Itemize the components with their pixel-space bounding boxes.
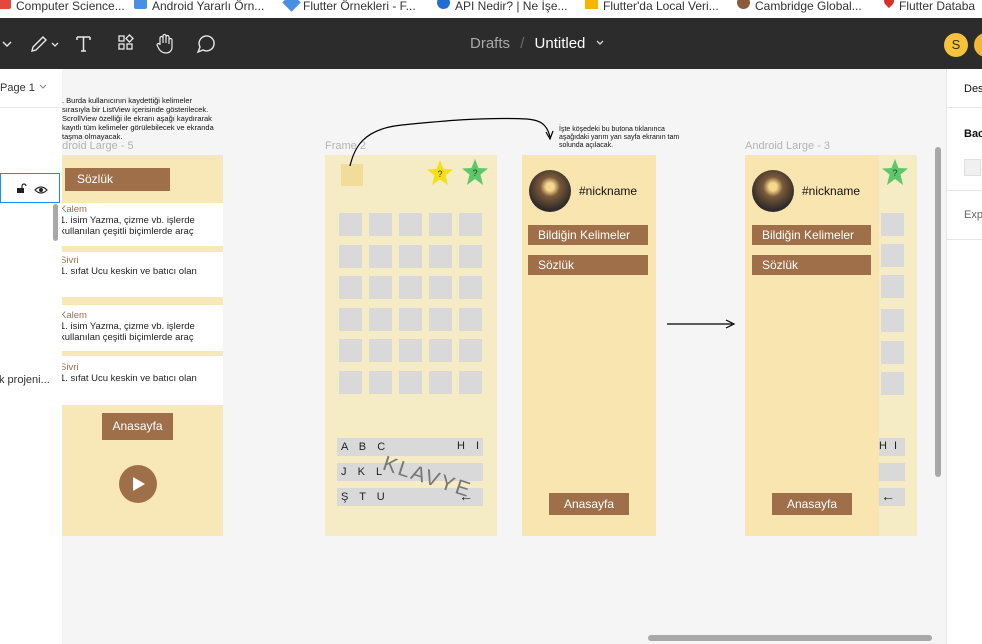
breadcrumb: Drafts / Untitled [470,35,606,53]
eye-icon[interactable] [34,182,48,200]
file-name[interactable]: Untitled [535,35,586,52]
background-section-label: Bac [964,128,982,140]
bookmark-icon [0,0,11,9]
chevron-down-icon[interactable] [594,36,606,53]
chevron-down-icon [38,82,48,94]
avatar[interactable] [974,33,982,57]
selected-layer-row[interactable] [0,173,60,203]
star-icon[interactable]: ? [881,158,909,191]
grid-cell [881,213,904,236]
bookmarks-bar: Computer Science... Android Yararlı Örn.… [0,0,982,18]
bookmark-item[interactable]: Android Yararlı Örn... [134,0,264,18]
frame-android-large-3[interactable]: ? H I ← #nickname Bildiğin Kelimeler Söz… [745,155,917,536]
grid-cell [881,372,904,395]
properties-panel: Des Bac Exp [946,69,982,644]
text-tool-icon[interactable] [74,32,94,56]
design-canvas[interactable]: . Burda kullanıcının kaydettiği kelimele… [62,69,946,644]
flutter-icon [282,0,301,12]
layers-scrollbar[interactable] [53,204,58,241]
frame-label[interactable]: Android Large - 3 [745,140,830,152]
dictionary-button[interactable]: Sözlük [752,255,871,275]
backspace-key[interactable]: ← [881,488,895,504]
divider [947,190,982,191]
layers-panel: Page 1 k projeni... [0,69,63,644]
grid-cell [881,341,904,364]
profile-image [752,170,794,212]
star-mark: ? [892,168,897,178]
page-selector[interactable]: Page 1 [0,82,48,94]
bookmark-icon [737,0,750,9]
pen-tool-icon[interactable] [28,32,62,56]
divider [0,107,62,108]
toolbar: Drafts / Untitled S [0,18,982,69]
background-color-swatch[interactable] [964,159,981,176]
bookmark-icon [437,0,450,9]
bookmark-icon [134,0,147,9]
layer-item[interactable]: k projeni... [0,374,50,386]
unlock-icon[interactable] [15,181,27,199]
avatar[interactable]: S [944,33,968,57]
export-section-label: Exp [964,209,982,221]
grid-cell [881,309,904,332]
breadcrumb-drafts[interactable]: Drafts [470,35,510,52]
breadcrumb-separator: / [520,35,525,52]
side-menu-overlay[interactable]: #nickname Bildiğin Kelimeler Sözlük Anas… [745,155,879,536]
bookmark-item[interactable]: Cambridge Global... [737,0,862,18]
pin-icon [881,0,897,9]
comment-icon[interactable] [194,32,216,56]
key-row-1-end[interactable]: H I [879,440,899,452]
bookmark-item[interactable]: Computer Science... [0,0,125,18]
nickname: #nickname [802,184,861,198]
canvas-vertical-scrollbar[interactable] [935,147,941,477]
tab-design[interactable]: Des [964,83,982,95]
resources-icon[interactable] [116,32,136,56]
grid-cell [881,275,904,298]
grid-cell [881,244,904,267]
divider [947,239,982,240]
canvas-horizontal-scrollbar[interactable] [648,635,932,641]
keyboard-row [877,463,905,481]
chart-icon [585,0,598,9]
divider [947,107,982,108]
bookmark-item[interactable]: API Nedir? | Ne İşe... [437,0,568,18]
known-words-button[interactable]: Bildiğin Kelimeler [752,225,871,245]
bookmark-item[interactable]: Flutter Örnekleri - F... [282,0,416,18]
hand-tool-icon[interactable] [154,32,176,56]
bookmark-item[interactable]: Flutter Databa [881,0,975,18]
home-button[interactable]: Anasayfa [772,493,852,515]
chevron-down-icon[interactable] [0,32,14,56]
bookmark-item[interactable]: Flutter'da Local Veri... [585,0,719,18]
curved-arrow [349,117,551,167]
